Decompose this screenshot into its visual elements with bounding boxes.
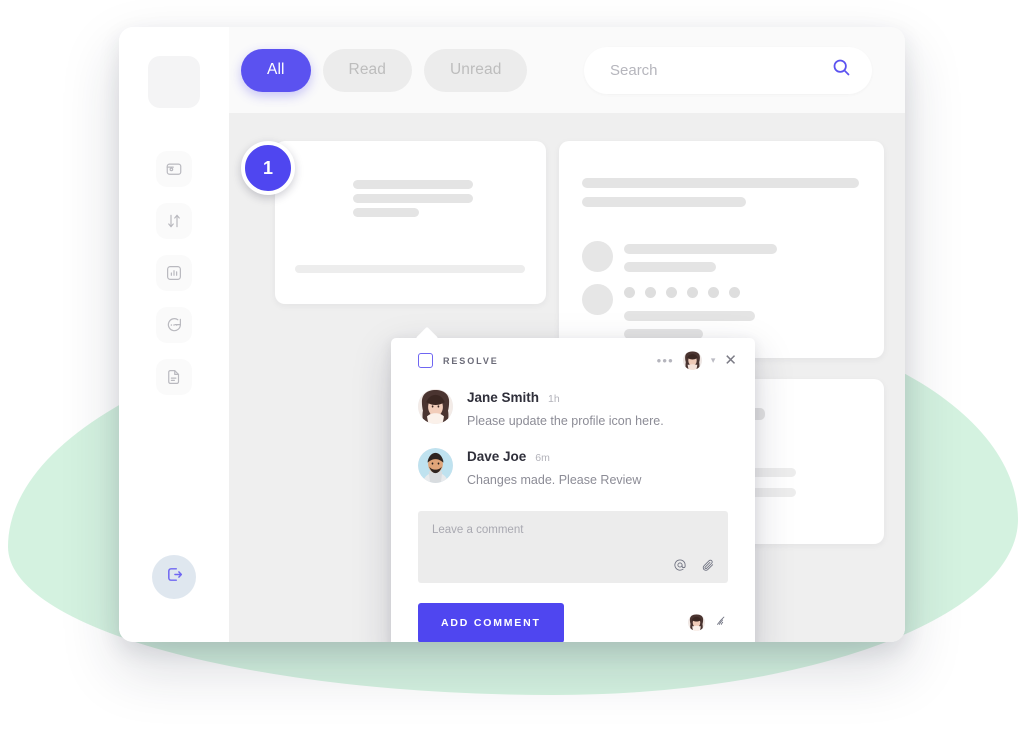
close-icon[interactable]: ✕ bbox=[724, 353, 737, 368]
comment-item: Dave Joe 6m Changes made. Please Review bbox=[391, 447, 755, 489]
sidebar-item-transfers[interactable] bbox=[156, 203, 192, 239]
stage: All Read Unread Search 1 RESOLVE ••• ▾ ✕… bbox=[0, 0, 1024, 738]
filter-tab-read[interactable]: Read bbox=[322, 48, 412, 92]
skeleton-line bbox=[582, 178, 859, 188]
skeleton-line bbox=[624, 262, 716, 272]
popover-header-actions: ••• ▾ ✕ bbox=[657, 351, 737, 370]
avatar-dave-joe bbox=[418, 447, 453, 483]
skeleton-dot bbox=[708, 287, 719, 298]
transfer-arrows-icon bbox=[165, 212, 183, 230]
paperclip-icon[interactable] bbox=[701, 558, 715, 574]
app-window: All Read Unread Search 1 RESOLVE ••• ▾ ✕… bbox=[119, 27, 905, 642]
skeleton-dot bbox=[666, 287, 677, 298]
resolve-label: RESOLVE bbox=[443, 355, 499, 366]
footer-actions bbox=[688, 613, 728, 632]
sidebar-item-analytics[interactable] bbox=[156, 255, 192, 291]
main-area: All Read Unread Search 1 RESOLVE ••• ▾ ✕… bbox=[229, 27, 905, 642]
avatar-current-user[interactable] bbox=[688, 614, 705, 632]
skeleton-dot-row bbox=[624, 287, 740, 298]
notification-canvas: 1 RESOLVE ••• ▾ ✕ Jane Smith 1h Please u… bbox=[229, 113, 905, 642]
comment-input[interactable]: Leave a comment bbox=[418, 510, 728, 583]
skeleton-line bbox=[353, 194, 473, 203]
skeleton-avatar bbox=[582, 241, 613, 272]
bar-chart-icon bbox=[165, 264, 183, 282]
popover-footer: ADD COMMENT bbox=[418, 602, 728, 642]
comment-input-placeholder: Leave a comment bbox=[432, 523, 524, 536]
sidebar-item-documents[interactable] bbox=[156, 359, 192, 395]
comment-pin-badge[interactable]: 1 bbox=[241, 141, 295, 195]
notification-card-left[interactable] bbox=[275, 141, 546, 304]
search-input[interactable] bbox=[608, 60, 831, 80]
skeleton-dot bbox=[687, 287, 698, 298]
document-icon bbox=[165, 368, 183, 386]
broadcast-icon[interactable] bbox=[714, 613, 728, 632]
filter-tab-unread[interactable]: Unread bbox=[424, 48, 528, 92]
avatar[interactable] bbox=[682, 351, 702, 370]
comment-item: Jane Smith 1h Please update the profile … bbox=[391, 389, 755, 430]
sidebar bbox=[119, 27, 229, 642]
avatar-jane-smith bbox=[418, 389, 453, 424]
skeleton-line bbox=[295, 265, 525, 273]
notification-card-right[interactable] bbox=[559, 141, 884, 358]
at-mention-icon[interactable] bbox=[673, 558, 687, 574]
skeleton-line bbox=[353, 180, 473, 189]
comment-author: Dave Joe bbox=[467, 448, 527, 464]
chevron-down-icon[interactable]: ▾ bbox=[711, 355, 716, 366]
comment-meta: Jane Smith 1h bbox=[467, 390, 664, 405]
add-comment-button[interactable]: ADD COMMENT bbox=[418, 602, 564, 642]
sidebar-item-wallet[interactable] bbox=[156, 151, 192, 187]
search-box[interactable] bbox=[584, 46, 872, 94]
popover-header: RESOLVE ••• ▾ ✕ bbox=[391, 338, 755, 383]
ellipsis-icon[interactable]: ••• bbox=[657, 353, 674, 368]
comment-body: Jane Smith 1h Please update the profile … bbox=[467, 389, 664, 430]
skeleton-dot bbox=[624, 287, 635, 298]
topbar: All Read Unread bbox=[229, 27, 905, 113]
composer-actions bbox=[673, 558, 715, 574]
skeleton-line bbox=[624, 244, 777, 254]
comment-body: Dave Joe 6m Changes made. Please Review bbox=[467, 448, 641, 489]
logout-button[interactable] bbox=[152, 555, 196, 599]
comment-timestamp: 6m bbox=[535, 451, 550, 464]
logout-icon bbox=[164, 564, 185, 590]
comment-author: Jane Smith bbox=[467, 390, 540, 405]
skeleton-avatar bbox=[582, 284, 613, 315]
skeleton-line bbox=[624, 311, 755, 321]
sidebar-nav bbox=[156, 151, 192, 395]
sidebar-item-messages[interactable] bbox=[156, 307, 192, 343]
comment-text: Changes made. Please Review bbox=[467, 472, 642, 487]
comment-timestamp: 1h bbox=[548, 393, 560, 405]
comment-popover: RESOLVE ••• ▾ ✕ Jane Smith 1h Please upd… bbox=[391, 338, 755, 642]
wallet-icon bbox=[165, 160, 183, 178]
resolve-checkbox[interactable] bbox=[418, 353, 433, 368]
skeleton-line bbox=[582, 197, 746, 207]
skeleton-dot bbox=[645, 287, 656, 298]
app-logo-placeholder[interactable] bbox=[148, 56, 200, 108]
search-icon[interactable] bbox=[831, 57, 852, 83]
skeleton-line bbox=[353, 208, 419, 217]
chat-bubble-icon bbox=[165, 316, 183, 334]
comment-text: Please update the profile icon here. bbox=[467, 414, 664, 428]
filter-tab-all[interactable]: All bbox=[241, 48, 311, 92]
comment-meta: Dave Joe 6m bbox=[467, 449, 641, 464]
skeleton-dot bbox=[729, 287, 740, 298]
